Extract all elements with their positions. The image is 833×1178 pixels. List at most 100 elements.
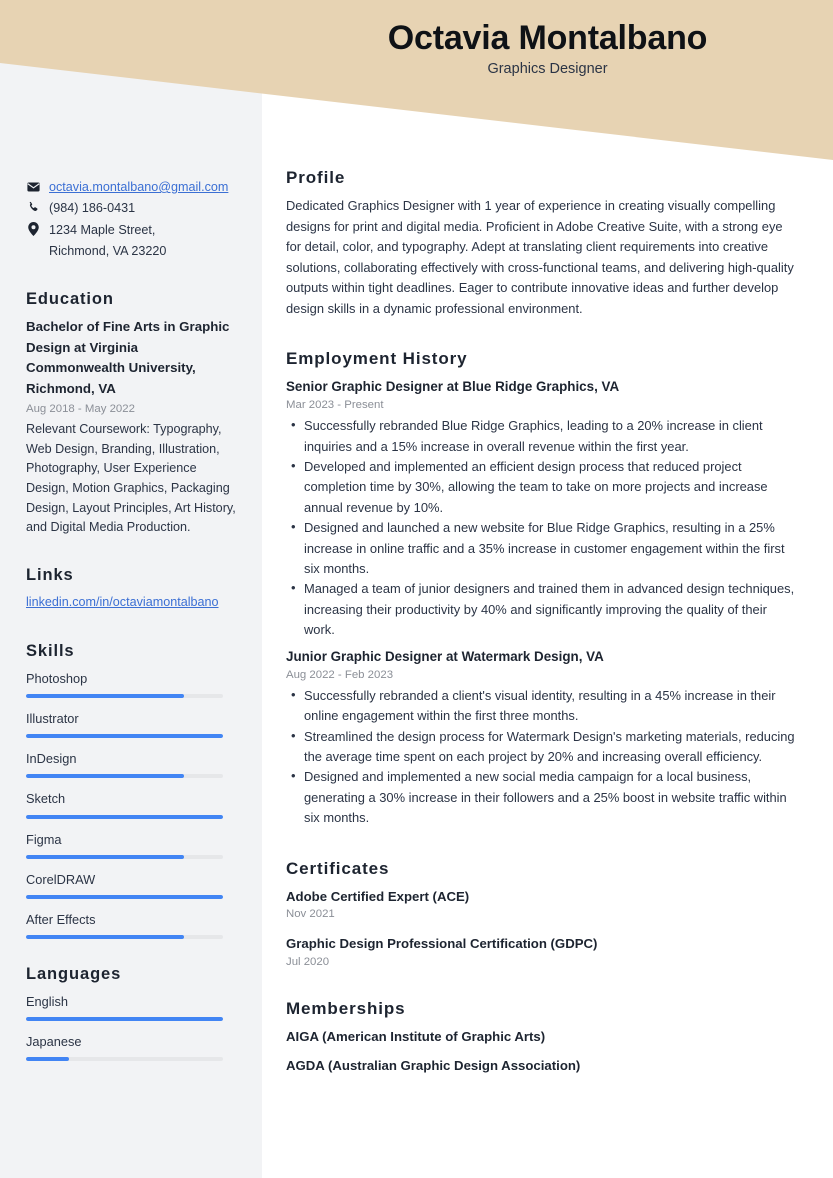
main-column: Profile Dedicated Graphics Designer with… [262, 0, 833, 1098]
bar-item-label: English [26, 994, 68, 1010]
certificate-date: Nov 2021 [286, 908, 335, 921]
envelope-icon [26, 178, 40, 195]
bar-track [26, 1017, 223, 1022]
links-section: Links linkedin.com/in/octaviamontalbano [26, 566, 236, 612]
employment-section: Employment History Senior Graphic Design… [286, 349, 798, 828]
bar-item: Photoshop [26, 669, 236, 698]
job-bullet: Designed and launched a new website for … [286, 517, 798, 579]
certificate-name: Adobe Certified Expert (ACE) [286, 888, 470, 904]
phone-icon [26, 199, 40, 216]
bar-track [26, 1057, 223, 1062]
certificate-item: Adobe Certified Expert (ACE) Nov 2021 [286, 887, 798, 924]
employment-heading: Employment History [286, 349, 468, 369]
job-bullet: Designed and implemented a new social me… [286, 766, 798, 828]
job-entry: Senior Graphic Designer at Blue Ridge Gr… [286, 377, 798, 641]
certificates-section: Certificates Adobe Certified Expert (ACE… [286, 859, 798, 972]
bar-track [26, 935, 223, 940]
jobs-list: Senior Graphic Designer at Blue Ridge Gr… [286, 377, 798, 828]
bar-item-label: CorelDRAW [26, 871, 96, 887]
bar-item: CorelDRAW [26, 870, 236, 899]
job-date: Aug 2022 - Feb 2023 [286, 668, 394, 681]
job-bullet-list: Successfully rebranded a client's visual… [286, 685, 798, 829]
bar-item-label: Figma [26, 831, 62, 847]
certificate-item: Graphic Design Professional Certificatio… [286, 934, 798, 971]
job-date: Mar 2023 - Present [286, 399, 384, 412]
bar-fill [26, 1057, 70, 1062]
education-entry-title: Bachelor of Fine Arts in Graphic Design … [26, 319, 230, 397]
certificates-heading: Certificates [286, 858, 390, 878]
bar-item: After Effects [26, 910, 236, 940]
bar-fill [26, 894, 223, 899]
certificate-date: Jul 2020 [286, 956, 330, 969]
contact-email-link[interactable]: octavia.montalbano@gmail.com [49, 178, 228, 196]
bar-item: Illustrator [26, 709, 236, 739]
link-item-linkedin[interactable]: linkedin.com/in/octaviamontalbano [26, 595, 219, 609]
skills-heading: Skills [26, 641, 75, 660]
skills-section: Skills Photoshop Illustrator InDesign Sketc… [26, 641, 236, 940]
profile-heading: Profile [286, 168, 346, 187]
job-bullet: Successfully rebranded Blue Ridge Graphi… [286, 415, 798, 457]
contact-email-row[interactable]: octavia.montalbano@gmail.com [26, 178, 236, 196]
education-heading: Education [26, 290, 114, 308]
job-bullet-list: Successfully rebranded Blue Ridge Graphi… [286, 415, 798, 640]
memberships-list: AIGA (American Institute of Graphic Arts… [286, 1027, 798, 1076]
bar-track [26, 814, 223, 819]
education-entry-description: Relevant Coursework: Typography, Web Des… [26, 422, 236, 535]
bar-item: Japanese [26, 1032, 236, 1062]
job-bullet: Successfully rebranded a client's visual… [286, 685, 798, 727]
job-bullet: Streamlined the design process for Water… [286, 726, 798, 768]
contact-address-line2: Richmond, VA 23220 [49, 243, 167, 258]
bar-item-label: After Effects [26, 911, 96, 927]
bar-fill [26, 1017, 223, 1022]
location-pin-icon [26, 221, 40, 238]
resume-page: Octavia Montalbano Graphics Designer oct… [0, 0, 833, 1178]
languages-heading: Languages [26, 965, 122, 984]
profile-text: Dedicated Graphics Designer with 1 year … [286, 198, 794, 316]
bar-item: Sketch [26, 789, 236, 819]
contact-phone-row: (984) 186-0431 [26, 199, 236, 217]
education-entry: Bachelor of Fine Arts in Graphic Design … [26, 317, 236, 538]
profile-section: Profile Dedicated Graphics Designer with… [286, 168, 798, 319]
bar-fill [26, 734, 223, 739]
certificate-name: Graphic Design Professional Certificatio… [286, 936, 598, 952]
languages-section: Languages English Japanese [26, 965, 236, 1062]
skills-list: Photoshop Illustrator InDesign Sketch Figma C… [26, 669, 236, 940]
contact-block: octavia.montalbano@gmail.com (984) 186-0… [26, 178, 236, 260]
bar-track [26, 693, 223, 698]
membership-item: AIGA (American Institute of Graphic Arts… [286, 1029, 546, 1045]
membership-item: AGDA (Australian Graphic Design Associat… [286, 1058, 581, 1074]
bar-fill [26, 814, 223, 819]
bar-item: Figma [26, 830, 236, 859]
bar-fill [26, 935, 184, 940]
bar-fill [26, 774, 184, 779]
bar-item: InDesign [26, 749, 236, 779]
sidebar: octavia.montalbano@gmail.com (984) 186-0… [0, 0, 262, 1087]
languages-list: English Japanese [26, 992, 236, 1062]
certificates-list: Adobe Certified Expert (ACE) Nov 2021 Grap… [286, 887, 798, 972]
education-section: Education Bachelor of Fine Arts in Graph… [26, 290, 236, 538]
contact-address-line1: 1234 Maple Street, [49, 222, 156, 237]
memberships-heading: Memberships [286, 999, 406, 1019]
bar-fill [26, 693, 184, 698]
bar-track [26, 894, 223, 899]
job-bullet: Managed a team of junior designers and t… [286, 578, 798, 640]
job-entry: Junior Graphic Designer at Watermark Des… [286, 647, 798, 829]
memberships-section: Memberships AIGA (American Institute of … [286, 999, 798, 1076]
job-bullet: Developed and implemented an efficient d… [286, 456, 798, 518]
contact-address-row: 1234 Maple Street, [26, 221, 236, 239]
bar-item-label: Japanese [26, 1034, 82, 1050]
bar-track [26, 734, 223, 739]
job-title: Junior Graphic Designer at Watermark Des… [286, 648, 604, 664]
links-heading: Links [26, 565, 74, 584]
bar-item-label: Photoshop [26, 670, 88, 686]
bar-track [26, 854, 223, 859]
bar-item-label: InDesign [26, 751, 77, 767]
education-entry-date: Aug 2018 - May 2022 [26, 402, 135, 415]
bar-item-label: Sketch [26, 791, 66, 807]
job-title: Senior Graphic Designer at Blue Ridge Gr… [286, 379, 620, 395]
bar-track [26, 774, 223, 779]
contact-phone-value: (984) 186-0431 [49, 201, 136, 216]
bar-item: English [26, 992, 236, 1022]
bar-item-label: Illustrator [26, 710, 79, 726]
bar-fill [26, 854, 184, 859]
